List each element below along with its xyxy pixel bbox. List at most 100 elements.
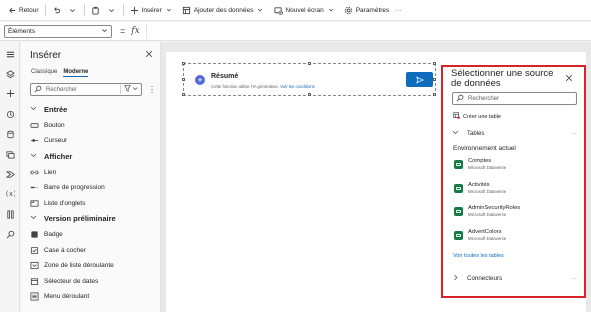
insert-item[interactable]: Case à cocher [21, 242, 161, 258]
close-icon[interactable] [565, 74, 573, 84]
search-icon[interactable] [4, 228, 16, 240]
resize-handle[interactable] [182, 62, 185, 65]
fx-icon[interactable]: fx [131, 26, 139, 36]
section-header[interactable]: Version préliminaire [21, 211, 161, 227]
insert-search-input[interactable]: Rechercher [30, 83, 142, 96]
undo-button[interactable] [49, 2, 67, 18]
variables-icon[interactable]: (x) [4, 187, 16, 199]
undo-dropdown[interactable] [67, 2, 81, 18]
button-icon [30, 121, 39, 130]
insert-item[interactable]: Menu déroulant [21, 289, 161, 305]
back-button[interactable]: Retour [4, 2, 42, 18]
data-source-text: AdminSecurityRoles Microsoft Dataverse [468, 205, 520, 217]
new-screen-icon [273, 5, 283, 15]
data-icon[interactable] [4, 108, 16, 120]
layers-icon[interactable] [4, 68, 16, 80]
chevron-down-icon [30, 214, 39, 223]
create-table-button[interactable]: Créer une table [453, 112, 501, 121]
paste-button[interactable] [88, 2, 106, 18]
data-search-input[interactable]: Rechercher [452, 92, 577, 105]
send-button[interactable] [406, 72, 433, 87]
resize-handle[interactable] [433, 93, 436, 96]
resize-handle[interactable] [182, 78, 185, 81]
insert-tabs: Classique Moderne [31, 69, 89, 77]
more-commands-button[interactable]: ··· [392, 2, 405, 18]
database-icon [182, 5, 192, 15]
resize-handle[interactable] [182, 93, 185, 96]
resize-handle[interactable] [308, 62, 311, 65]
plus-icon[interactable] [4, 87, 16, 99]
section-header[interactable]: Afficher [21, 149, 161, 165]
add-data-button[interactable]: Ajouter des données [179, 2, 271, 18]
new-screen-label: Nouvel écran [285, 6, 324, 14]
insert-button[interactable]: Insérer [127, 2, 179, 18]
item-label: Liste d'onglets [44, 199, 86, 207]
tab-classic[interactable]: Classique [31, 69, 57, 77]
insert-item[interactable]: Sélecteur de dates [21, 274, 161, 290]
item-label: Sélecteur de dates [44, 277, 99, 285]
resize-handle[interactable] [433, 62, 436, 65]
data-source-text: Activités Microsoft Dataverse [468, 182, 506, 194]
ai-sparkle-icon: ✦ [195, 75, 205, 85]
data-source-item[interactable]: Activités Microsoft Dataverse [454, 182, 574, 199]
media-icon[interactable] [4, 148, 16, 160]
data-source-provider: Microsoft Dataverse [468, 188, 507, 194]
dropdown-icon [30, 292, 39, 301]
data-source-text: AdvertColors Microsoft Dataverse [468, 229, 506, 241]
item-label: Zone de liste déroulante [44, 262, 114, 270]
chevron-down-icon [68, 5, 78, 15]
paste-dropdown[interactable] [106, 2, 120, 18]
ai-notice: Cette fonction utilise l'IA générative. [211, 84, 279, 89]
link-icon [30, 168, 39, 177]
data-source-item[interactable]: AdvertColors Microsoft Dataverse [454, 229, 574, 246]
insert-panel-title: Insérer [30, 50, 62, 61]
clipboard-icon [91, 5, 101, 15]
see-all-tables-link[interactable]: Voir toutes les tables [453, 253, 504, 259]
combobox-icon [30, 261, 39, 270]
summary-component[interactable]: ✦ Résumé Cette fonction utilise l'IA gén… [182, 62, 436, 96]
item-label: Badge [44, 231, 63, 239]
data-source-item[interactable]: Comptes Microsoft Dataverse [454, 158, 574, 175]
connectors-label: Connecteurs [467, 275, 503, 282]
property-dropdown[interactable]: Éléments [4, 24, 112, 38]
item-label: Lien [44, 168, 57, 176]
tab-modern[interactable]: Moderne [63, 69, 89, 77]
datepicker-icon [30, 277, 39, 286]
insert-item[interactable]: Zone de liste déroulante [21, 258, 161, 274]
tools-icon[interactable] [4, 208, 16, 220]
new-screen-button[interactable]: Nouvel écran [270, 2, 340, 18]
item-label: Bouton [44, 121, 65, 129]
formula-input[interactable] [145, 23, 591, 39]
section-header[interactable]: Entrée [21, 102, 161, 118]
settings-button[interactable]: Paramètres [341, 2, 393, 18]
more-icon[interactable]: ··· [571, 131, 577, 137]
more-icon[interactable]: ··· [571, 276, 577, 282]
environment-label: Environnement actuel [453, 145, 516, 152]
undo-icon [52, 5, 62, 15]
insert-item[interactable]: Lien [21, 164, 161, 180]
insert-item[interactable]: Badge [21, 227, 161, 243]
item-label: Case à cocher [44, 246, 86, 254]
more-options-icon[interactable]: ⋮ [148, 85, 156, 94]
power-automate-icon[interactable] [4, 168, 16, 180]
terms-link[interactable]: Voir les conditions [280, 84, 315, 89]
insert-list: Entrée Bouton Curseur Afficher Lien Barre de … [21, 102, 161, 305]
resize-handle[interactable] [308, 93, 311, 96]
tables-section-header[interactable]: Tables ··· [452, 129, 577, 138]
insert-item[interactable]: Barre de progression [21, 180, 161, 196]
insert-item[interactable]: Bouton [21, 118, 161, 134]
add-data-label: Ajouter des données [193, 6, 254, 14]
database-icon[interactable] [4, 128, 16, 140]
menu-icon[interactable] [4, 48, 16, 60]
filter-icon[interactable] [120, 85, 138, 94]
data-source-item[interactable]: AdminSecurityRoles Microsoft Dataverse [454, 205, 574, 222]
chevron-down-icon [30, 152, 39, 161]
insert-item[interactable]: Curseur [21, 133, 161, 149]
insert-item[interactable]: Liste d'onglets [21, 196, 161, 212]
connectors-section-header[interactable]: Connecteurs ··· [452, 274, 577, 283]
insert-label: Insérer [141, 6, 162, 14]
resize-handle[interactable] [433, 78, 436, 81]
close-icon[interactable] [145, 50, 153, 60]
item-label: Version préliminaire [44, 214, 116, 224]
create-table-label: Créer une table [463, 113, 501, 120]
